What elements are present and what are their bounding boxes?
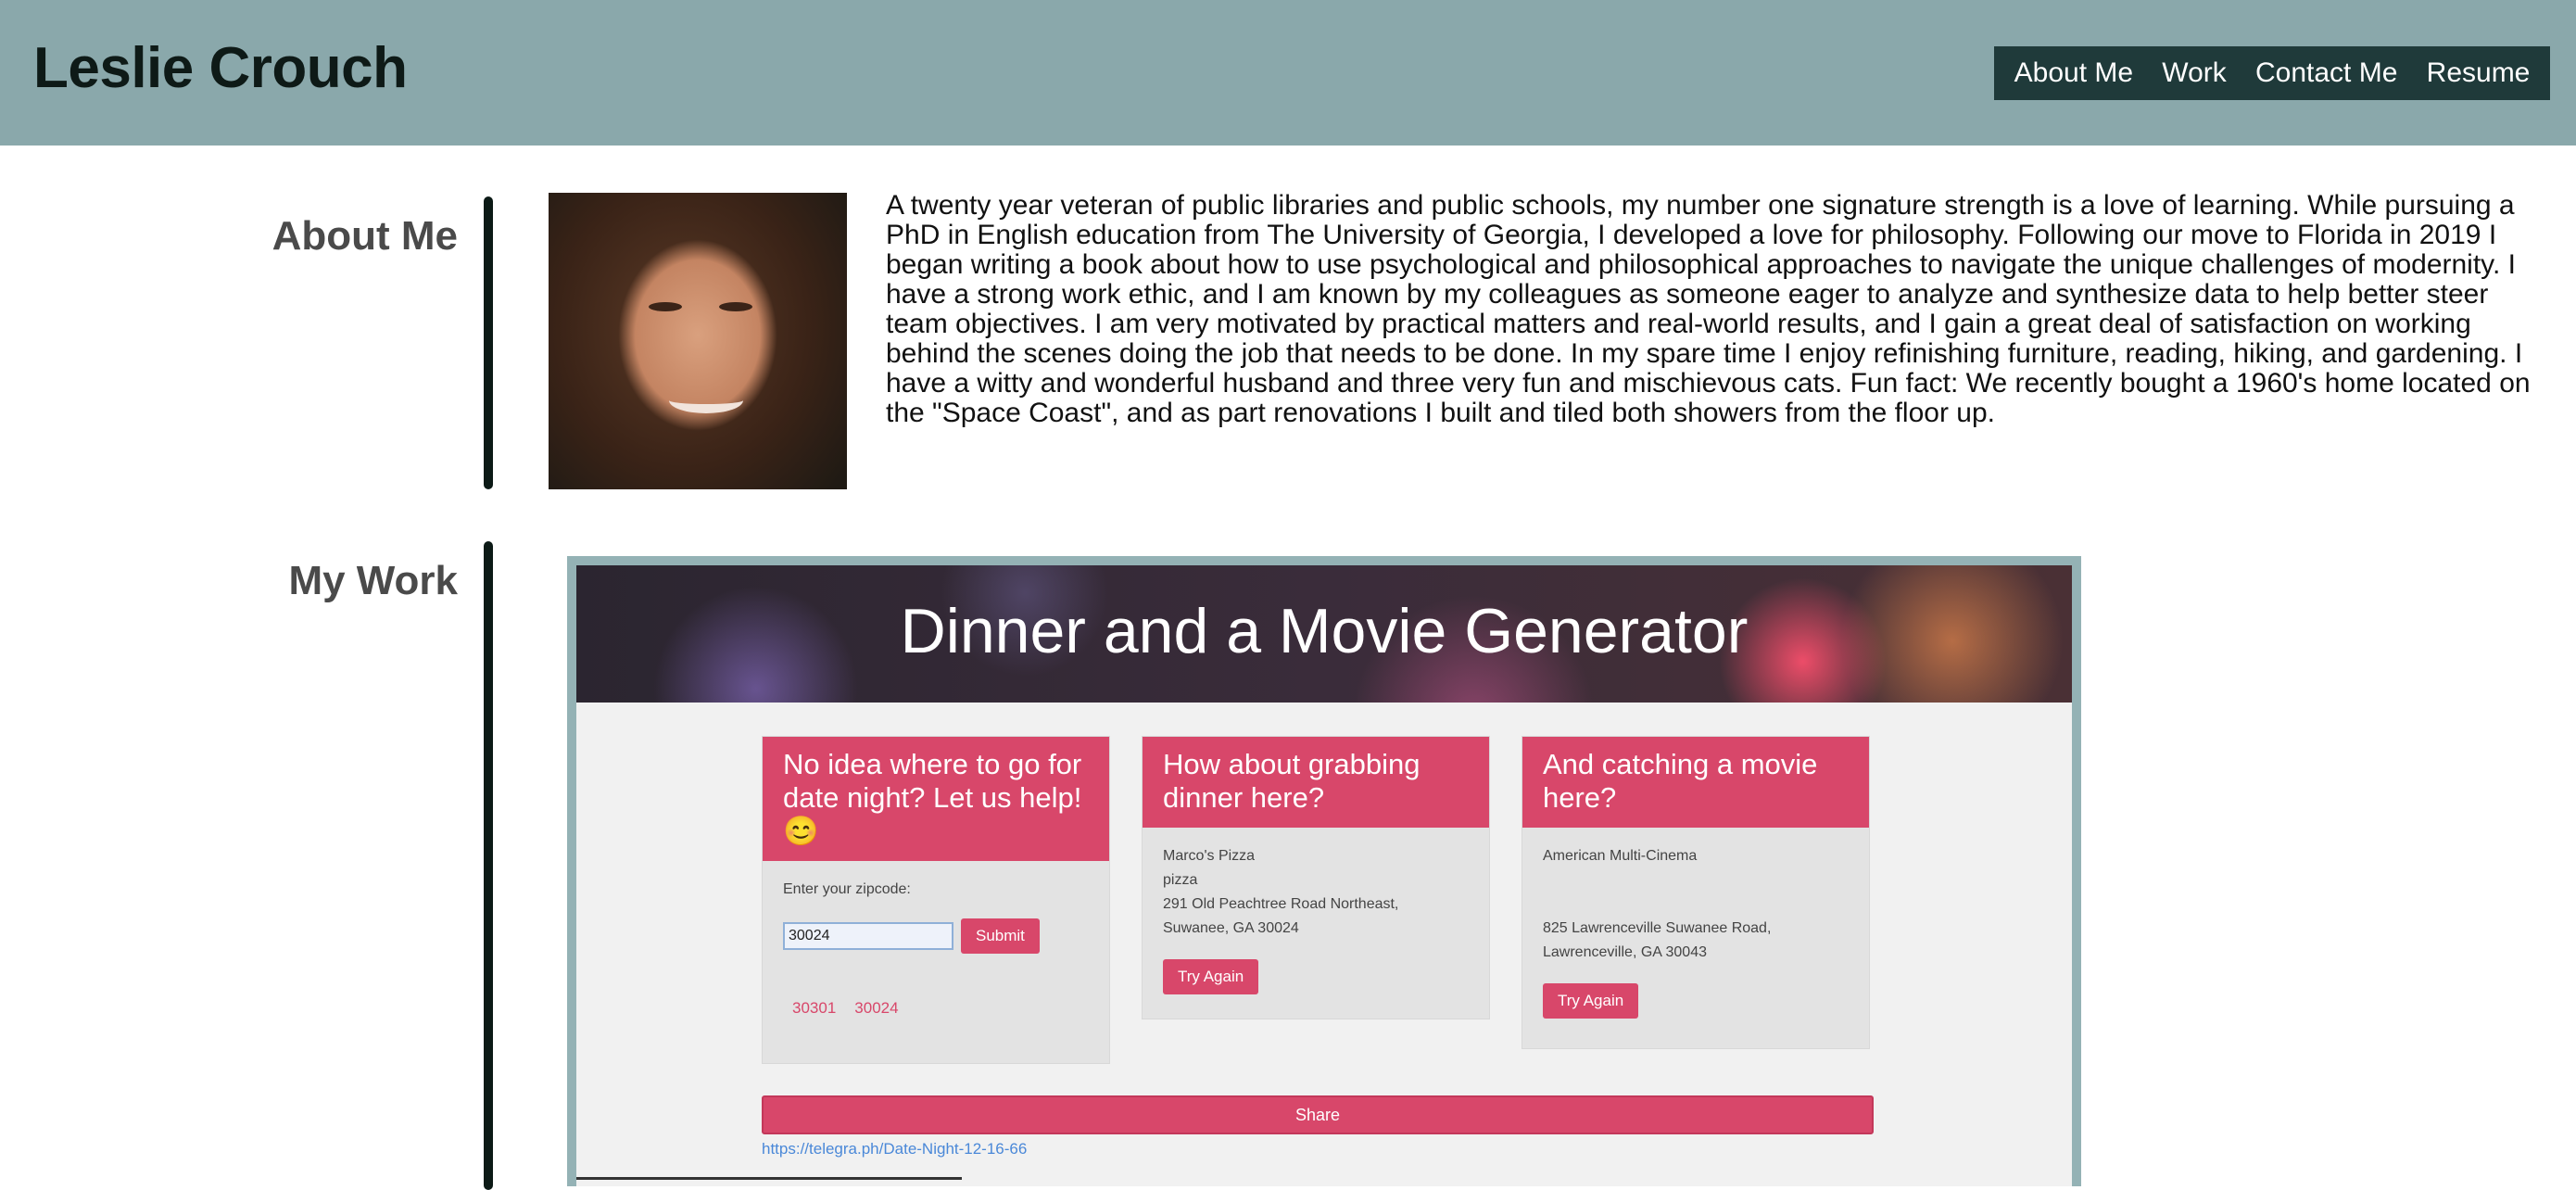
work-section-bar [484, 541, 493, 1190]
movie-card-body: American Multi-Cinema 825 Lawrenceville … [1522, 828, 1869, 1039]
site-title: Leslie Crouch [33, 36, 408, 100]
recent-zipcode-link[interactable]: 30024 [854, 996, 898, 1020]
project-banner: Dinner and a Movie Generator [576, 565, 2072, 703]
restaurant-type: pizza [1163, 872, 1198, 888]
restaurant-address-line1: 291 Old Peachtree Road Northeast, [1163, 896, 1399, 912]
dinner-card-heading: How about grabbing dinner here? [1143, 737, 1489, 828]
zipcode-input[interactable] [783, 922, 953, 950]
dinner-try-again-button[interactable]: Try Again [1163, 959, 1259, 994]
photo-detail-eye [649, 302, 682, 311]
photo-detail-eye [719, 302, 752, 311]
work-heading: My Work [288, 558, 458, 603]
theater-address-line2: Lawrenceville, GA 30043 [1543, 944, 1707, 960]
about-heading: About Me [271, 213, 458, 259]
main-nav: About Me Work Contact Me Resume [1994, 46, 2550, 100]
nav-contact-me[interactable]: Contact Me [2255, 57, 2397, 89]
project-screenshot[interactable]: Dinner and a Movie Generator No idea whe… [567, 556, 2081, 1186]
profile-photo [549, 193, 847, 489]
about-text: A twenty year veteran of public librarie… [886, 190, 2531, 428]
theater-address-line1: 825 Lawrenceville Suwanee Road, [1543, 920, 1772, 936]
share-button[interactable]: Share [762, 1095, 1874, 1134]
zipcode-card-body: Enter your zipcode: Submit 30301 30024 [763, 861, 1109, 1041]
restaurant-address-line2: Suwanee, GA 30024 [1163, 920, 1299, 936]
submit-button[interactable]: Submit [961, 918, 1040, 954]
movie-try-again-button[interactable]: Try Again [1543, 983, 1639, 1019]
about-section-bar [484, 196, 493, 489]
share-link[interactable]: https://telegra.ph/Date-Night-12-16-66 [762, 1140, 1027, 1158]
dinner-card-body: Marco's Pizza pizza 291 Old Peachtree Ro… [1143, 828, 1489, 1015]
zipcode-label: Enter your zipcode: [783, 881, 911, 897]
dinner-card: How about grabbing dinner here? Marco's … [1142, 736, 1490, 1019]
nav-work[interactable]: Work [2162, 57, 2226, 89]
project-title: Dinner and a Movie Generator [900, 596, 1749, 666]
zipcode-card-heading: No idea where to go for date night? Let … [763, 737, 1109, 861]
site-header: Leslie Crouch About Me Work Contact Me R… [0, 0, 2576, 146]
nav-about-me[interactable]: About Me [2014, 57, 2133, 89]
recent-zipcodes: 30301 30024 [783, 996, 1089, 1020]
movie-card-heading: And catching a movie here? [1522, 737, 1869, 828]
movie-card: And catching a movie here? American Mult… [1522, 736, 1870, 1049]
zipcode-card: No idea where to go for date night? Let … [762, 736, 1110, 1064]
photo-detail-smile [669, 387, 743, 413]
divider [576, 1177, 962, 1180]
zipcode-row: Submit [783, 918, 1089, 954]
recent-zipcode-link[interactable]: 30301 [792, 996, 836, 1020]
nav-resume[interactable]: Resume [2427, 57, 2531, 89]
restaurant-name: Marco's Pizza [1163, 848, 1256, 864]
theater-name: American Multi-Cinema [1543, 848, 1698, 864]
